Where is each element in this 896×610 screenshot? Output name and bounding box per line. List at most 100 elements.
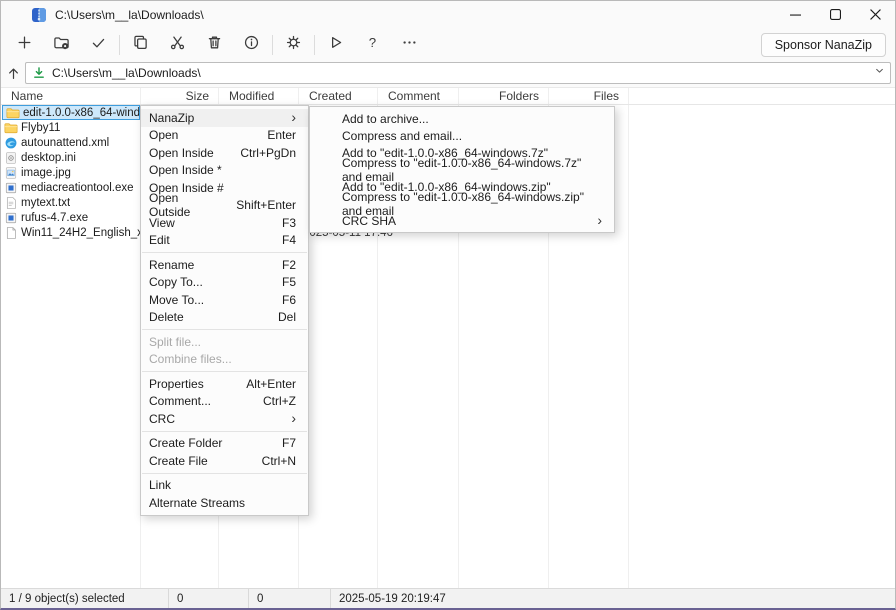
ellipsis-icon	[401, 34, 418, 56]
chevron-down-icon[interactable]	[873, 64, 886, 82]
menu-item-shortcut: Del	[260, 310, 296, 324]
menu-item-open-inside[interactable]: Open Inside *	[141, 162, 308, 180]
column-header-created[interactable]: Created	[299, 88, 378, 104]
file-name: mediacreationtool.exe	[21, 182, 134, 194]
file-name: Win11_24H2_English_x64.iso	[21, 227, 141, 239]
menu-item-rename[interactable]: RenameF2	[141, 256, 308, 274]
file-name: desktop.ini	[21, 152, 76, 164]
options-button[interactable]	[275, 31, 312, 59]
up-directory-button[interactable]	[1, 62, 25, 84]
menu-item-label: Open	[149, 128, 178, 142]
menu-item-label: View	[149, 216, 175, 230]
benchmark-button[interactable]	[317, 31, 354, 59]
info-button[interactable]	[233, 31, 270, 59]
menu-item-move-to[interactable]: Move To...F6	[141, 291, 308, 309]
submenu-arrow-icon: ›	[291, 411, 296, 425]
menu-item-label: NanaZip	[149, 111, 194, 125]
file-name-cell: autounattend.xml	[1, 135, 141, 150]
menu-item-label: Add to archive...	[342, 112, 429, 126]
menu-item-shortcut: F3	[264, 216, 296, 230]
plus-icon	[16, 34, 33, 56]
exe-icon	[4, 211, 18, 225]
menu-item-label: Create Folder	[149, 436, 222, 450]
menu-item-properties[interactable]: Properties Alt+Enter	[141, 375, 308, 393]
menu-item-crc[interactable]: CRC›	[141, 410, 308, 428]
menu-item-shortcut: Ctrl+PgDn	[222, 146, 296, 160]
status-bar: 1 / 9 object(s) selected002025-05-19 20:…	[1, 588, 895, 608]
menu-item-label: Combine files...	[149, 352, 232, 366]
menu-item-shortcut: F2	[264, 258, 296, 272]
txt-icon	[4, 196, 18, 210]
more-button[interactable]	[391, 31, 428, 59]
column-header-modified[interactable]: Modified	[219, 88, 299, 104]
folder-icon	[6, 106, 20, 120]
file-name-cell: mytext.txt	[1, 195, 141, 210]
image-icon	[4, 166, 18, 180]
sponsor-nanazip-button[interactable]: Sponsor NanaZip	[761, 33, 886, 57]
column-header-name[interactable]: Name	[1, 88, 141, 104]
help-button[interactable]: ?	[354, 31, 391, 59]
file-name: mytext.txt	[21, 197, 70, 209]
play-icon	[327, 34, 344, 56]
file-name: Flyby11	[21, 122, 60, 134]
close-icon	[870, 9, 881, 20]
menu-item-label: Properties	[149, 377, 204, 391]
move-button[interactable]	[159, 31, 196, 59]
menu-item-compress-to-edit-1-0-0-x86-64-windows-7z-and-email[interactable]: Compress to "edit-1.0.0-x86_64-windows.7…	[310, 161, 614, 178]
address-bar: C:\Users\m__la\Downloads\	[1, 61, 895, 87]
menu-item-open-outside[interactable]: Open OutsideShift+Enter	[141, 197, 308, 215]
file-name-cell: image.jpg	[1, 165, 141, 180]
menu-separator	[142, 329, 307, 330]
menu-item-delete[interactable]: DeleteDel	[141, 309, 308, 327]
menu-item-alternate-streams[interactable]: Alternate Streams	[141, 494, 308, 512]
menu-item-label: Create File	[149, 454, 208, 468]
status-segment-3: 2025-05-19 20:19:47	[331, 589, 895, 608]
menu-item-compress-to-edit-1-0-0-x86-64-windows-zip-and-email[interactable]: Compress to "edit-1.0.0-x86_64-windows.z…	[310, 195, 614, 212]
menu-item-comment[interactable]: Comment... Ctrl+Z	[141, 393, 308, 411]
delete-button[interactable]	[196, 31, 233, 59]
menu-item-combine-files: Combine files...	[141, 351, 308, 369]
file-name: rufus-4.7.exe	[21, 212, 88, 224]
menu-item-label: Comment...	[149, 394, 211, 408]
menu-item-label: CRC SHA	[342, 214, 396, 228]
menu-item-edit[interactable]: EditF4	[141, 232, 308, 250]
minimize-button[interactable]	[775, 1, 815, 28]
svg-text:?: ?	[369, 34, 376, 49]
menu-item-create-file[interactable]: Create File Ctrl+N	[141, 452, 308, 470]
copy-button[interactable]	[122, 31, 159, 59]
column-header-folders[interactable]: Folders	[459, 88, 549, 104]
menu-item-open[interactable]: Open Enter	[141, 127, 308, 145]
submenu-arrow-icon: ›	[597, 213, 602, 227]
maximize-button[interactable]	[815, 1, 855, 28]
info-icon	[243, 34, 260, 56]
status-segment-2: 0	[249, 589, 331, 608]
check-icon	[90, 34, 107, 56]
menu-item-open-inside[interactable]: Open InsideCtrl+PgDn	[141, 144, 308, 162]
menu-item-link[interactable]: Link	[141, 477, 308, 495]
menu-item-shortcut: Ctrl+Z	[245, 394, 296, 408]
menu-item-shortcut: Enter	[249, 128, 296, 142]
menu-item-shortcut: Shift+Enter	[218, 198, 296, 212]
address-combobox[interactable]: C:\Users\m__la\Downloads\	[25, 62, 891, 84]
column-header-size[interactable]: Size	[141, 88, 219, 104]
file-name-cell: Flyby11	[1, 120, 141, 135]
test-button[interactable]	[80, 31, 117, 59]
close-button[interactable]	[855, 1, 895, 28]
column-header-files[interactable]: Files	[549, 88, 629, 104]
menu-item-shortcut: Alt+Enter	[228, 377, 296, 391]
menu-item-add-to-archive[interactable]: Add to archive...	[310, 110, 614, 127]
menu-item-shortcut: Ctrl+N	[244, 454, 296, 468]
nanazip-app-icon	[31, 7, 47, 23]
menu-item-label: Split file...	[149, 335, 201, 349]
menu-item-create-folder[interactable]: Create FolderF7	[141, 435, 308, 453]
menu-item-split-file: Split file...	[141, 333, 308, 351]
menu-item-compress-and-email[interactable]: Compress and email...	[310, 127, 614, 144]
add-button[interactable]	[6, 31, 43, 59]
extract-folder-icon	[53, 34, 70, 56]
menu-item-nanazip[interactable]: NanaZip›	[141, 109, 308, 127]
extract-button[interactable]	[43, 31, 80, 59]
column-header-comment[interactable]: Comment	[378, 88, 459, 104]
menu-item-copy-to[interactable]: Copy To...F5	[141, 274, 308, 292]
file-name-cell: rufus-4.7.exe	[1, 210, 141, 225]
menu-item-view[interactable]: View F3	[141, 214, 308, 232]
